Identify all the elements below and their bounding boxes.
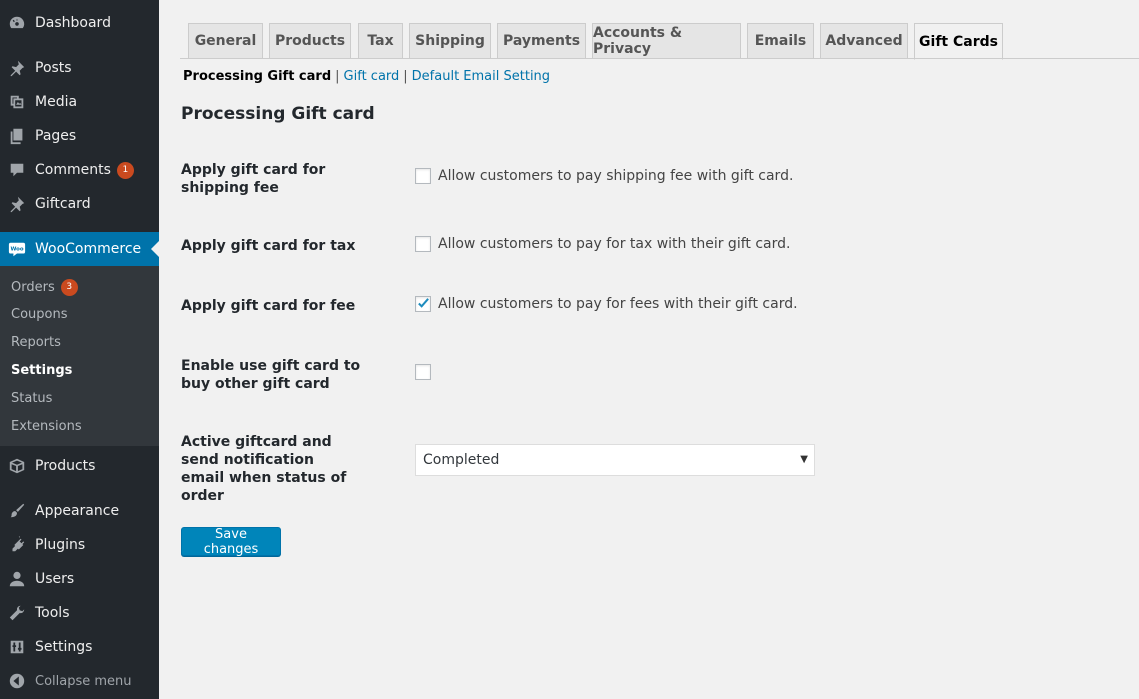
- tax-checkbox[interactable]: [415, 236, 431, 252]
- menu-label: Tools: [35, 605, 70, 621]
- menu-item-media[interactable]: Media: [0, 85, 159, 119]
- order-status-select[interactable]: Completed ▼: [415, 444, 815, 476]
- comments-count-badge: 1: [116, 161, 134, 179]
- order-status-selected-value: Completed: [423, 452, 500, 468]
- wrench-icon: [7, 603, 27, 623]
- tab-divider: [180, 58, 1139, 59]
- menu-label: Collapse menu: [35, 673, 132, 689]
- menu-label: Dashboard: [35, 15, 111, 31]
- subsection-processing-gift-card[interactable]: Processing Gift card: [183, 69, 331, 84]
- tab-products[interactable]: Products: [269, 23, 351, 59]
- menu-item-woocommerce[interactable]: Woo WooCommerce: [0, 232, 159, 266]
- paintbrush-icon: [7, 501, 27, 521]
- checkmark-icon: [418, 298, 429, 308]
- menu-item-plugins[interactable]: Plugins: [0, 528, 159, 562]
- menu-item-tools[interactable]: Tools: [0, 596, 159, 630]
- pushpin-icon: [7, 194, 27, 214]
- menu-label: Pages: [35, 128, 77, 144]
- tax-label: Apply gift card for tax: [181, 238, 356, 254]
- orders-count-badge: 3: [60, 279, 78, 296]
- menu-label: Giftcard: [35, 196, 91, 212]
- submenu-item-status[interactable]: Status: [11, 391, 52, 406]
- tab-emails[interactable]: Emails: [747, 23, 814, 59]
- tab-shipping[interactable]: Shipping: [409, 23, 491, 59]
- menu-label: Users: [35, 571, 75, 587]
- subsection-separator: |: [335, 69, 340, 84]
- shipping-fee-label: Apply gift card for shipping fee: [181, 162, 326, 196]
- menu-label: Products: [35, 458, 96, 474]
- tab-tax[interactable]: Tax: [358, 23, 403, 59]
- menu-label: Settings: [35, 639, 93, 655]
- submenu-item-reports[interactable]: Reports: [11, 335, 61, 350]
- dashboard-icon: [7, 13, 27, 33]
- comment-icon: [7, 160, 27, 180]
- fee-label: Apply gift card for fee: [181, 298, 356, 314]
- media-icon: [7, 92, 27, 112]
- menu-item-appearance[interactable]: Appearance: [0, 494, 159, 528]
- subsection-links: Processing Gift card | Gift card | Defau…: [183, 69, 550, 84]
- menu-label: Plugins: [35, 537, 86, 553]
- user-icon: [7, 569, 27, 589]
- woo-logo-text: Woo: [10, 246, 23, 252]
- menu-item-comments[interactable]: Comments 1: [0, 153, 159, 187]
- collapse-menu-button[interactable]: Collapse menu: [0, 664, 159, 698]
- submenu-item-orders[interactable]: Orders 3: [11, 279, 78, 296]
- current-menu-arrow: [151, 241, 159, 257]
- menu-label: WooCommerce: [35, 241, 142, 257]
- menu-item-settings[interactable]: Settings: [0, 630, 159, 664]
- save-changes-button[interactable]: Save changes: [181, 527, 281, 557]
- submenu-item-settings[interactable]: Settings: [11, 363, 72, 378]
- buy-gift-card-label: Enable use gift card to buy other gift c…: [181, 358, 361, 392]
- plug-icon: [7, 535, 27, 555]
- dropdown-arrow-icon: ▼: [800, 454, 808, 465]
- submenu-label: Orders: [11, 280, 55, 295]
- fee-description[interactable]: Allow customers to pay for fees with the…: [438, 296, 798, 312]
- menu-item-posts[interactable]: Posts: [0, 51, 159, 85]
- subsection-default-email-link[interactable]: Default Email Setting: [412, 69, 550, 84]
- menu-label: Posts: [35, 60, 72, 76]
- woocommerce-icon: Woo: [7, 239, 27, 259]
- shipping-fee-checkbox[interactable]: [415, 168, 431, 184]
- menu-label: Comments: [35, 162, 111, 178]
- fee-checkbox[interactable]: [415, 296, 431, 312]
- section-title: Processing Gift card: [181, 104, 375, 124]
- admin-sidebar: Dashboard Posts Media Pages Comments 1 G…: [0, 0, 159, 699]
- tab-general[interactable]: General: [188, 23, 263, 59]
- tab-accounts-privacy[interactable]: Accounts & Privacy: [592, 23, 741, 59]
- menu-item-users[interactable]: Users: [0, 562, 159, 596]
- order-status-label: Active giftcard and send notification em…: [181, 434, 347, 504]
- menu-item-giftcard[interactable]: Giftcard: [0, 187, 159, 221]
- menu-item-products[interactable]: Products: [0, 449, 159, 483]
- pushpin-icon: [7, 58, 27, 78]
- buy-gift-card-checkbox[interactable]: [415, 364, 431, 380]
- subsection-separator: |: [403, 69, 408, 84]
- tab-advanced[interactable]: Advanced: [820, 23, 908, 59]
- menu-label: Media: [35, 94, 78, 110]
- woocommerce-submenu: Orders 3 Coupons Reports Settings Status…: [0, 266, 159, 446]
- submenu-item-extensions[interactable]: Extensions: [11, 419, 82, 434]
- tab-payments[interactable]: Payments: [497, 23, 586, 59]
- tax-description[interactable]: Allow customers to pay for tax with thei…: [438, 236, 790, 252]
- shipping-fee-description[interactable]: Allow customers to pay shipping fee with…: [438, 168, 793, 184]
- menu-label: Appearance: [35, 503, 120, 519]
- submenu-item-coupons[interactable]: Coupons: [11, 307, 68, 322]
- subsection-gift-card-link[interactable]: Gift card: [344, 69, 400, 84]
- collapse-arrow-icon: [7, 671, 27, 691]
- menu-item-pages[interactable]: Pages: [0, 119, 159, 153]
- menu-item-dashboard[interactable]: Dashboard: [0, 6, 159, 40]
- tab-gift-cards[interactable]: Gift Cards: [914, 23, 1003, 60]
- pages-icon: [7, 126, 27, 146]
- settings-sliders-icon: [7, 637, 27, 657]
- box-icon: [7, 456, 27, 476]
